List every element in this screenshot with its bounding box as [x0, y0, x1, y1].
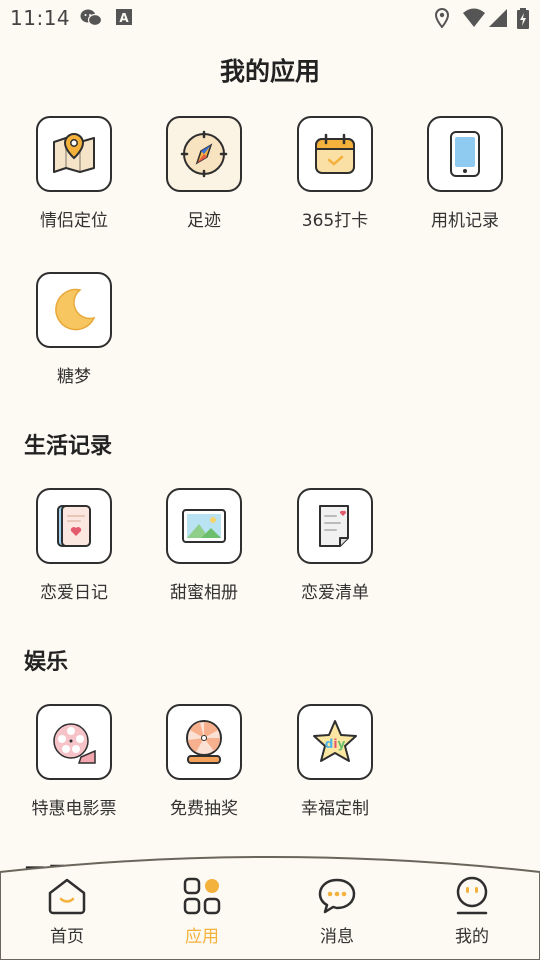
nav-label: 应用: [185, 927, 219, 947]
app-sweet-album[interactable]: 甜蜜相册: [139, 488, 269, 603]
a-icon: A: [115, 8, 133, 30]
nav-label: 首页: [50, 927, 84, 947]
app-love-list[interactable]: 恋爱清单: [270, 488, 400, 603]
status-bar: 11:14 A: [0, 0, 540, 36]
app-365-checkin[interactable]: 365打卡: [270, 116, 400, 231]
app-sweet-dream[interactable]: 糖梦: [9, 272, 139, 387]
svg-text:diy: diy: [325, 737, 346, 751]
list-icon: [297, 488, 373, 564]
message-icon: [277, 876, 397, 916]
calendar-check-icon: [297, 116, 373, 192]
battery-charging-icon: [516, 8, 530, 34]
app-label: 足迹: [187, 211, 221, 231]
section-title-entertainment: 娱乐: [24, 650, 69, 675]
home-icon: [7, 876, 127, 916]
map-pin-icon: [36, 116, 112, 192]
phone-icon: [427, 116, 503, 192]
diy-star-icon: diy: [297, 704, 373, 780]
app-phone-usage[interactable]: 用机记录: [400, 116, 530, 231]
lottery-icon: [166, 704, 242, 780]
status-time: 11:14: [10, 6, 71, 30]
app-label: 免费抽奖: [170, 799, 238, 819]
nav-apps[interactable]: 应用: [142, 876, 262, 947]
app-footprint[interactable]: 足迹: [139, 116, 269, 231]
svg-text:A: A: [119, 11, 129, 25]
location-icon: [434, 7, 450, 32]
app-label: 幸福定制: [301, 799, 369, 819]
compass-icon: [166, 116, 242, 192]
diary-icon: [36, 488, 112, 564]
page-title: 我的应用: [219, 57, 320, 86]
bottom-nav: 首页 应用 消息 我的: [0, 856, 540, 960]
apps-icon: [142, 876, 262, 916]
nav-label: 我的: [455, 927, 489, 947]
app-couple-location[interactable]: 情侣定位: [9, 116, 139, 231]
photo-icon: [166, 488, 242, 564]
nav-label: 消息: [320, 927, 354, 947]
wifi-icon: [462, 8, 486, 32]
app-label: 甜蜜相册: [170, 583, 238, 603]
app-label: 恋爱日记: [40, 583, 108, 603]
profile-icon: [412, 876, 532, 916]
nav-home[interactable]: 首页: [7, 876, 127, 947]
wechat-icon: [80, 8, 103, 32]
section-title-life-records: 生活记录: [24, 434, 113, 459]
app-free-lottery[interactable]: 免费抽奖: [139, 704, 269, 819]
signal-icon: [488, 8, 508, 32]
app-label: 情侣定位: [40, 211, 108, 231]
nav-profile[interactable]: 我的: [412, 876, 532, 947]
app-label: 恋爱清单: [301, 583, 369, 603]
app-discount-movie[interactable]: 特惠电影票: [9, 704, 139, 819]
app-label: 特惠电影票: [31, 799, 117, 819]
nav-messages[interactable]: 消息: [277, 876, 397, 947]
app-love-diary[interactable]: 恋爱日记: [9, 488, 139, 603]
app-happy-custom[interactable]: diy 幸福定制: [270, 704, 400, 819]
film-reel-icon: [36, 704, 112, 780]
app-label: 用机记录: [431, 211, 499, 231]
moon-icon: [36, 272, 112, 348]
app-label: 糖梦: [57, 367, 91, 387]
app-label: 365打卡: [301, 211, 369, 231]
